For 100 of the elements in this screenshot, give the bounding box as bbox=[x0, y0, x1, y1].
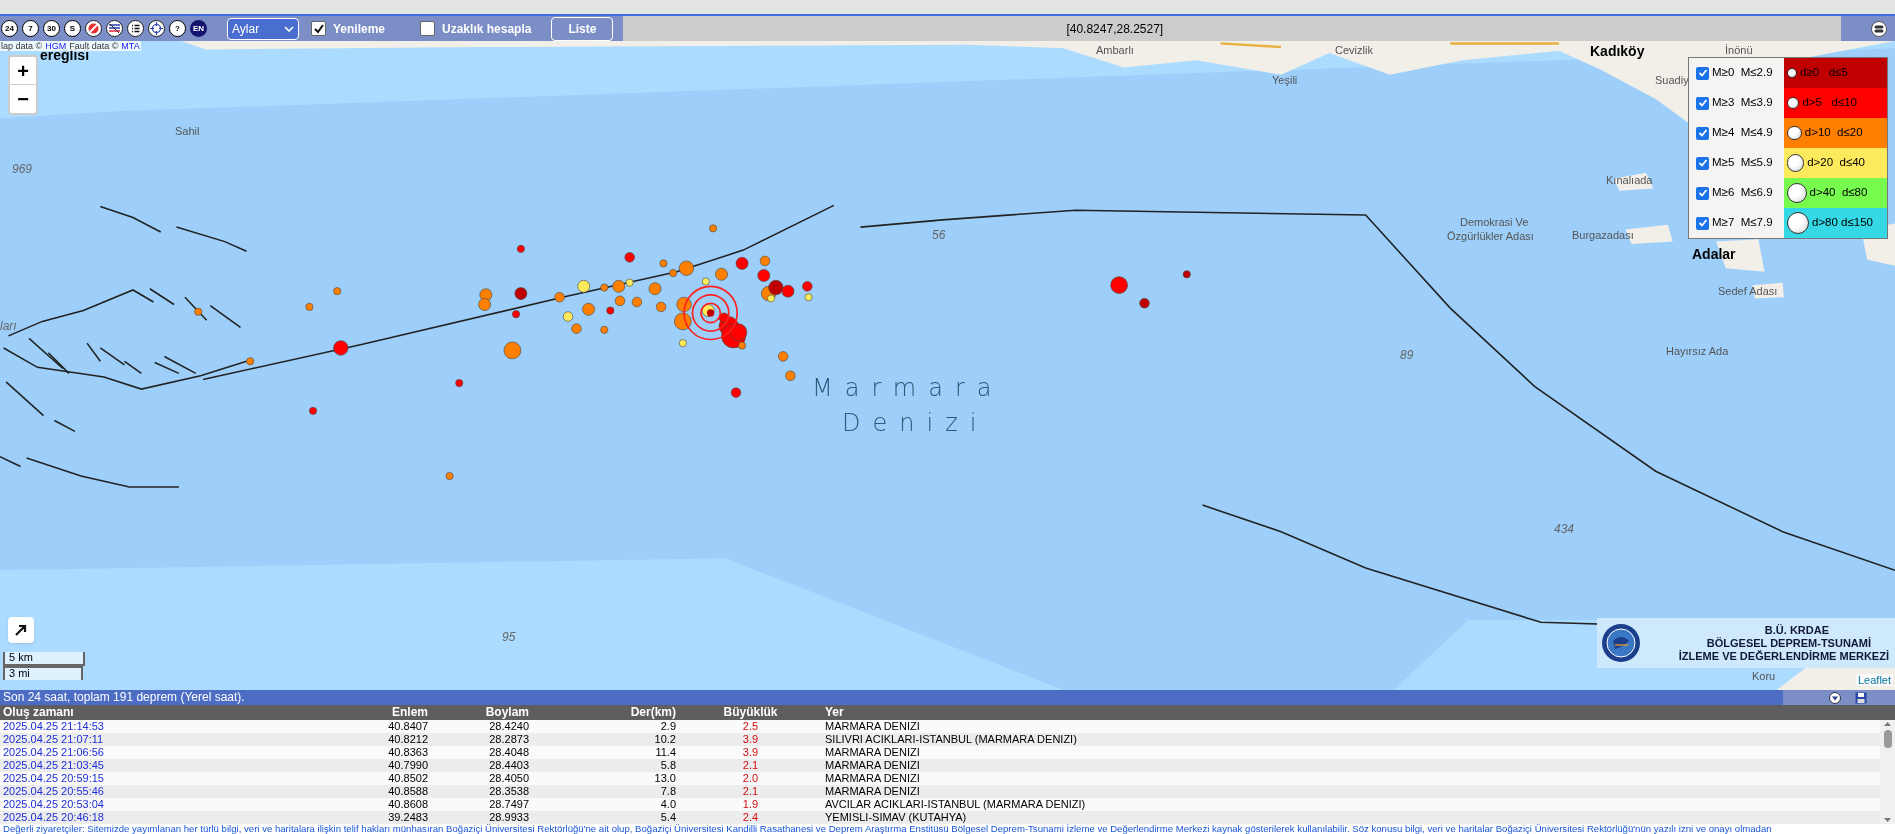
checkbox[interactable] bbox=[420, 21, 436, 36]
attribution-link[interactable]: MTA bbox=[121, 41, 140, 51]
checkbox[interactable] bbox=[1696, 96, 1709, 110]
scroll-down-icon[interactable] bbox=[1883, 816, 1892, 824]
magnitude-label: M≥7 M≤7.9 bbox=[1712, 215, 1773, 231]
time-link[interactable]: 2025.04.25 21:07:11 bbox=[0, 733, 300, 746]
scale-bar: 5 km bbox=[3, 652, 85, 666]
depth-label: 434 bbox=[1554, 523, 1575, 535]
depth-label: d>5 d≤10 bbox=[1802, 95, 1857, 111]
table-cell-text: 2.4 bbox=[741, 811, 760, 824]
institute-name: İZLEME VE DEĞERLENDİRME MERKEZİ bbox=[1678, 649, 1889, 663]
list-icon[interactable] bbox=[127, 20, 144, 37]
sea-name: Denizi bbox=[842, 411, 989, 435]
scrollbar[interactable] bbox=[1880, 720, 1895, 824]
zoom-in-button[interactable]: + bbox=[10, 57, 36, 85]
table-cell-text: MARMARA DENIZI bbox=[825, 772, 921, 785]
table-cell-text: 28.4050 bbox=[488, 772, 529, 785]
disclaimer-text: Değerli ziyaretçiler: Sitemizde yayımlanan her türlü bilgi, veri ve haritalara ilişkin telif hakları münhasıran Boğaziçi Üniversitesi Rektörlüğü'ne ait olup, Boğaziçi Üniversitesi Kandilli Rasathanesi ve Deprem Araştırma Enstitüsü Bölgesel Deprem-Tsunami İzleme ve Değerlendirme Merkezi kaynak gösterilerek kullanılabilir. Söz konusu bilgi, veri ve haritalar Boğaziçi Üniversitesi Rektörlüğü'nün yazılı izni ve onayı olmadan bbox=[2, 824, 1773, 834]
table-cell-text: 40.8588 bbox=[387, 785, 428, 798]
place-label: Adalar bbox=[1692, 247, 1736, 261]
table-cell-text: 28.9933 bbox=[488, 811, 529, 824]
place-label: Hayırsız Ada bbox=[1666, 346, 1729, 357]
checkbox[interactable] bbox=[1696, 186, 1709, 200]
save-icon[interactable] bbox=[1855, 691, 1867, 704]
time-link[interactable]: 2025.04.25 20:59:15 bbox=[0, 772, 300, 785]
column-header: Enlem bbox=[391, 705, 428, 720]
place-label: Kadıköy bbox=[1590, 44, 1645, 58]
table-cell-text: 28.7497 bbox=[488, 798, 529, 811]
toolbar-button[interactable]: 24 bbox=[1, 20, 18, 37]
table-cell-text: 7.8 bbox=[659, 785, 676, 798]
checkbox[interactable] bbox=[311, 21, 326, 36]
table-cell-text: MARMARA DENIZI bbox=[825, 759, 921, 772]
depth-label: d>80 d≤150 bbox=[1812, 215, 1873, 231]
depth-label: 56 bbox=[932, 229, 946, 241]
scale-bar: 3 mi bbox=[3, 666, 83, 680]
period-select[interactable]: Aylar bbox=[227, 17, 299, 40]
table-cell-text: 28.4240 bbox=[488, 720, 529, 733]
table-cell-text: 39.2483 bbox=[387, 811, 428, 824]
time-link[interactable]: 2025.04.25 20:55:46 bbox=[0, 785, 300, 798]
magnitude-label: M≥4 M≤4.9 bbox=[1712, 125, 1773, 141]
table-cell-text: 4.0 bbox=[659, 798, 676, 811]
table-cell-text: 40.8502 bbox=[387, 772, 428, 785]
time-link[interactable]: 2025.04.25 21:06:56 bbox=[0, 746, 300, 759]
column-header: Oluş zamanı bbox=[2, 705, 75, 720]
table-cell-text: 11.4 bbox=[654, 746, 676, 759]
toolbar-button[interactable]: S bbox=[64, 20, 81, 37]
checkbox[interactable] bbox=[1696, 156, 1709, 170]
collapse-icon[interactable] bbox=[1829, 691, 1841, 704]
depth-label: d>20 d≤40 bbox=[1807, 155, 1865, 171]
table-cell-text: 3.9 bbox=[741, 746, 760, 759]
column-header: Der(km) bbox=[629, 705, 676, 720]
depth-label: d>40 d≤80 bbox=[1809, 185, 1868, 201]
time-link[interactable]: 2025.04.25 20:53:04 bbox=[0, 798, 300, 811]
time-link[interactable]: 2025.04.25 21:03:45 bbox=[0, 759, 300, 772]
table-cell-text: 2.0 bbox=[741, 772, 760, 785]
table-cell-text: 40.7990 bbox=[387, 759, 428, 772]
institute-name: B.Ü. KRDAE bbox=[1764, 623, 1830, 637]
table-cell-text: 3.9 bbox=[741, 733, 760, 746]
place-label: Sedef Adası bbox=[1718, 286, 1778, 297]
language-button[interactable]: EN bbox=[190, 20, 207, 37]
time-link[interactable]: 2025.04.25 20:46:18 bbox=[0, 811, 300, 824]
column-header: Yer bbox=[825, 705, 845, 720]
diagonal-arrow-icon bbox=[14, 623, 28, 637]
table-cell-text: YEMISLI-SIMAV (KUTAHYA) bbox=[825, 811, 968, 824]
table-cell-text: 1.9 bbox=[741, 798, 760, 811]
magnitude-label: M≥5 M≤5.9 bbox=[1712, 155, 1773, 171]
depth-label: 969 bbox=[12, 163, 33, 175]
place-label: İnönü bbox=[1725, 45, 1753, 56]
layers-icon bbox=[1871, 20, 1887, 37]
checkbox[interactable] bbox=[1696, 216, 1709, 230]
table-cell-text: 5.4 bbox=[659, 811, 676, 824]
place-label: Koru bbox=[1752, 671, 1776, 682]
table-cell-text: 13.0 bbox=[653, 772, 676, 785]
scroll-thumb[interactable] bbox=[1883, 730, 1892, 748]
time-link[interactable]: 2025.04.25 21:14:53 bbox=[0, 720, 300, 733]
depth-label: 89 bbox=[1400, 349, 1414, 361]
table-cell-text: 10.2 bbox=[653, 733, 676, 746]
striped-flag-icon[interactable] bbox=[106, 20, 123, 37]
table-cell-text: AVCILAR ACIKLARI-ISTANBUL (MARMARA DENIZI) bbox=[825, 798, 1087, 811]
checkbox[interactable] bbox=[1696, 126, 1709, 140]
toolbar-button[interactable]: ? bbox=[169, 20, 186, 37]
no-entry-icon[interactable] bbox=[85, 20, 102, 37]
magnitude-label: M≥0 M≤2.9 bbox=[1712, 65, 1773, 81]
depth-label: d>10 d≤20 bbox=[1804, 125, 1863, 141]
depth-label: d≥0 d≤5 bbox=[1800, 65, 1848, 81]
checkbox[interactable] bbox=[1696, 66, 1709, 80]
table-cell-text: 28.3538 bbox=[488, 785, 529, 798]
toolbar-button[interactable]: 7 bbox=[22, 20, 39, 37]
expand-button[interactable] bbox=[8, 617, 34, 643]
place-label: Özgürlükler Adası bbox=[1447, 231, 1534, 242]
place-label: Burgazadası bbox=[1572, 230, 1634, 241]
leaflet-link[interactable]: Leaflet bbox=[1855, 674, 1893, 686]
table-cell-text: 28.4403 bbox=[488, 759, 529, 772]
crosshair-icon[interactable] bbox=[148, 20, 165, 37]
table-cell-text: MARMARA DENIZI bbox=[825, 785, 921, 798]
toolbar-button[interactable]: 30 bbox=[43, 20, 60, 37]
table-cell-text: 40.8363 bbox=[387, 746, 428, 759]
zoom-out-button[interactable]: − bbox=[10, 85, 36, 113]
place-label: Sahil bbox=[175, 126, 200, 137]
magnitude-label: M≥3 M≤3.9 bbox=[1712, 95, 1773, 111]
